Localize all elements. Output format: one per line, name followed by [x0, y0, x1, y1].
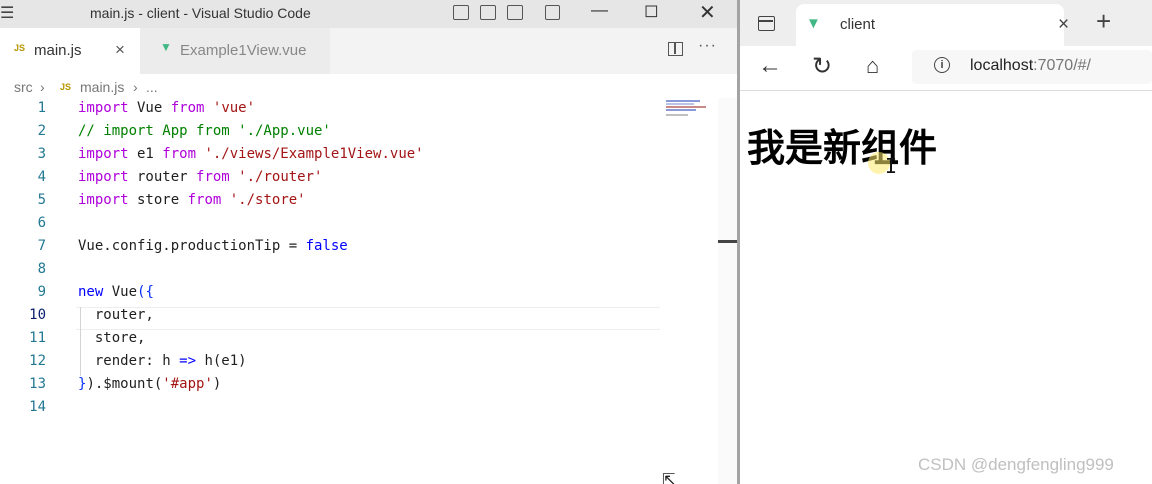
code-line: 3 import e1 from './views/Example1View.vu…	[0, 146, 660, 169]
tab-label: main.js	[34, 42, 82, 59]
code-line-current: 10 router,	[0, 307, 660, 330]
browser-tab-strip: ▼ client × +	[740, 0, 1152, 46]
line-number: 6	[37, 215, 46, 231]
hamburger-menu-icon[interactable]: ☰	[0, 3, 18, 23]
back-arrow-icon[interactable]: ←	[758, 52, 782, 80]
breadcrumb-folder[interactable]: src	[14, 79, 33, 95]
scrollbar-position-marker	[718, 240, 737, 243]
tab-actions-icon[interactable]	[758, 16, 775, 31]
minimap[interactable]	[666, 100, 716, 118]
line-number: 8	[37, 261, 46, 277]
url-text: localhost:7070/#/	[970, 57, 1091, 75]
line-number: 4	[37, 169, 46, 185]
home-icon[interactable]: ⌂	[866, 53, 879, 79]
vscode-window: ☰ main.js - client - Visual Studio Code …	[0, 0, 737, 484]
new-tab-icon[interactable]: +	[1096, 6, 1111, 37]
toggle-secondary-sidebar-icon[interactable]	[507, 5, 523, 20]
code-line: 14	[0, 399, 660, 422]
close-window-icon[interactable]: ✕	[699, 0, 716, 25]
indent-guide	[80, 307, 81, 376]
watermark: CSDN @dengfengling999	[918, 455, 1114, 474]
chevron-right-icon: ›	[40, 79, 45, 95]
code-line: 8	[0, 261, 660, 284]
code-line: 5 import store from './store'	[0, 192, 660, 215]
browser-window: ▼ client × + ← ↻ ⌂ i localhost:7070/#/ 我…	[740, 0, 1152, 484]
line-number: 2	[37, 123, 46, 139]
code-line-text: // import App from './App.vue'	[78, 123, 331, 139]
refresh-icon[interactable]: ↻	[812, 52, 832, 81]
mouse-pointer-icon: ⇱	[662, 472, 676, 484]
code-line: 6	[0, 215, 660, 238]
code-line-text: import e1 from './views/Example1View.vue…	[78, 146, 424, 162]
code-line: 1 import Vue from 'vue'	[0, 100, 660, 123]
line-number: 10	[29, 307, 46, 323]
code-line: 11 store,	[0, 330, 660, 353]
code-line: 4 import router from './router'	[0, 169, 660, 192]
vue-favicon-icon: ▼	[806, 15, 821, 32]
close-tab-icon[interactable]: ×	[115, 40, 125, 60]
code-line-text: router,	[78, 307, 154, 323]
code-line-text: }).$mount('#app')	[78, 376, 222, 392]
tab-label: Example1View.vue	[180, 42, 307, 59]
tab-main-js[interactable]: JS main.js ×	[0, 28, 140, 74]
line-number: 7	[37, 238, 46, 254]
js-file-icon: JS	[60, 82, 72, 92]
split-editor-icon[interactable]	[668, 42, 683, 56]
vue-file-icon: ▼	[160, 40, 172, 54]
code-line: 12 render: h => h(e1)	[0, 353, 660, 376]
code-line-text: import router from './router'	[78, 169, 323, 185]
line-number: 5	[37, 192, 46, 208]
toggle-primary-sidebar-icon[interactable]	[453, 5, 469, 20]
line-number: 3	[37, 146, 46, 162]
breadcrumb-more[interactable]: ...	[146, 79, 158, 95]
code-line: 9 new Vue({	[0, 284, 660, 307]
vertical-scrollbar[interactable]	[718, 98, 737, 484]
close-tab-icon[interactable]: ×	[1058, 14, 1069, 36]
code-line-text: store,	[78, 330, 146, 346]
address-bar[interactable]: i localhost:7070/#/	[912, 50, 1152, 84]
text-cursor-icon: I	[885, 154, 898, 178]
breadcrumb-file[interactable]: main.js	[80, 79, 124, 95]
line-number: 13	[29, 376, 46, 392]
code-line-text: Vue.config.productionTip = false	[78, 238, 348, 254]
code-line: 7 Vue.config.productionTip = false	[0, 238, 660, 261]
title-bar: ☰ main.js - client - Visual Studio Code …	[0, 0, 737, 28]
code-line: 2 // import App from './App.vue'	[0, 123, 660, 146]
customize-layout-icon[interactable]	[545, 5, 560, 20]
code-line-text: import Vue from 'vue'	[78, 100, 256, 116]
more-actions-icon[interactable]: ···	[698, 37, 717, 55]
minimize-icon[interactable]: —	[591, 0, 608, 20]
tab-example1view-vue[interactable]: ▼ Example1View.vue	[140, 28, 330, 74]
url-host: localhost	[970, 57, 1034, 74]
chevron-right-icon: ›	[133, 79, 138, 95]
line-number: 14	[29, 399, 46, 415]
site-info-icon[interactable]: i	[934, 57, 950, 73]
code-line-text: render: h => h(e1)	[78, 353, 247, 369]
browser-tab-title: client	[840, 16, 876, 33]
browser-toolbar: ← ↻ ⌂ i localhost:7070/#/	[740, 46, 1152, 91]
code-line-text: import store from './store'	[78, 192, 306, 208]
current-line-highlight	[76, 307, 660, 330]
js-file-icon: JS	[14, 43, 26, 53]
line-number: 1	[37, 100, 46, 116]
browser-tab[interactable]: ▼ client ×	[796, 4, 1069, 46]
window-title: main.js - client - Visual Studio Code	[90, 5, 311, 21]
code-line: 13 }).$mount('#app')	[0, 376, 660, 399]
toggle-panel-icon[interactable]	[480, 5, 496, 20]
code-line-text: new Vue({	[78, 284, 154, 300]
url-path: :7070/#/	[1033, 57, 1091, 74]
line-number: 12	[29, 353, 46, 369]
line-number: 9	[37, 284, 46, 300]
maximize-icon[interactable]: ◻	[644, 0, 659, 21]
page-heading: 我是新组件	[747, 128, 938, 170]
line-number: 11	[29, 330, 46, 346]
editor-tabs: JS main.js × ▼ Example1View.vue ···	[0, 28, 737, 74]
